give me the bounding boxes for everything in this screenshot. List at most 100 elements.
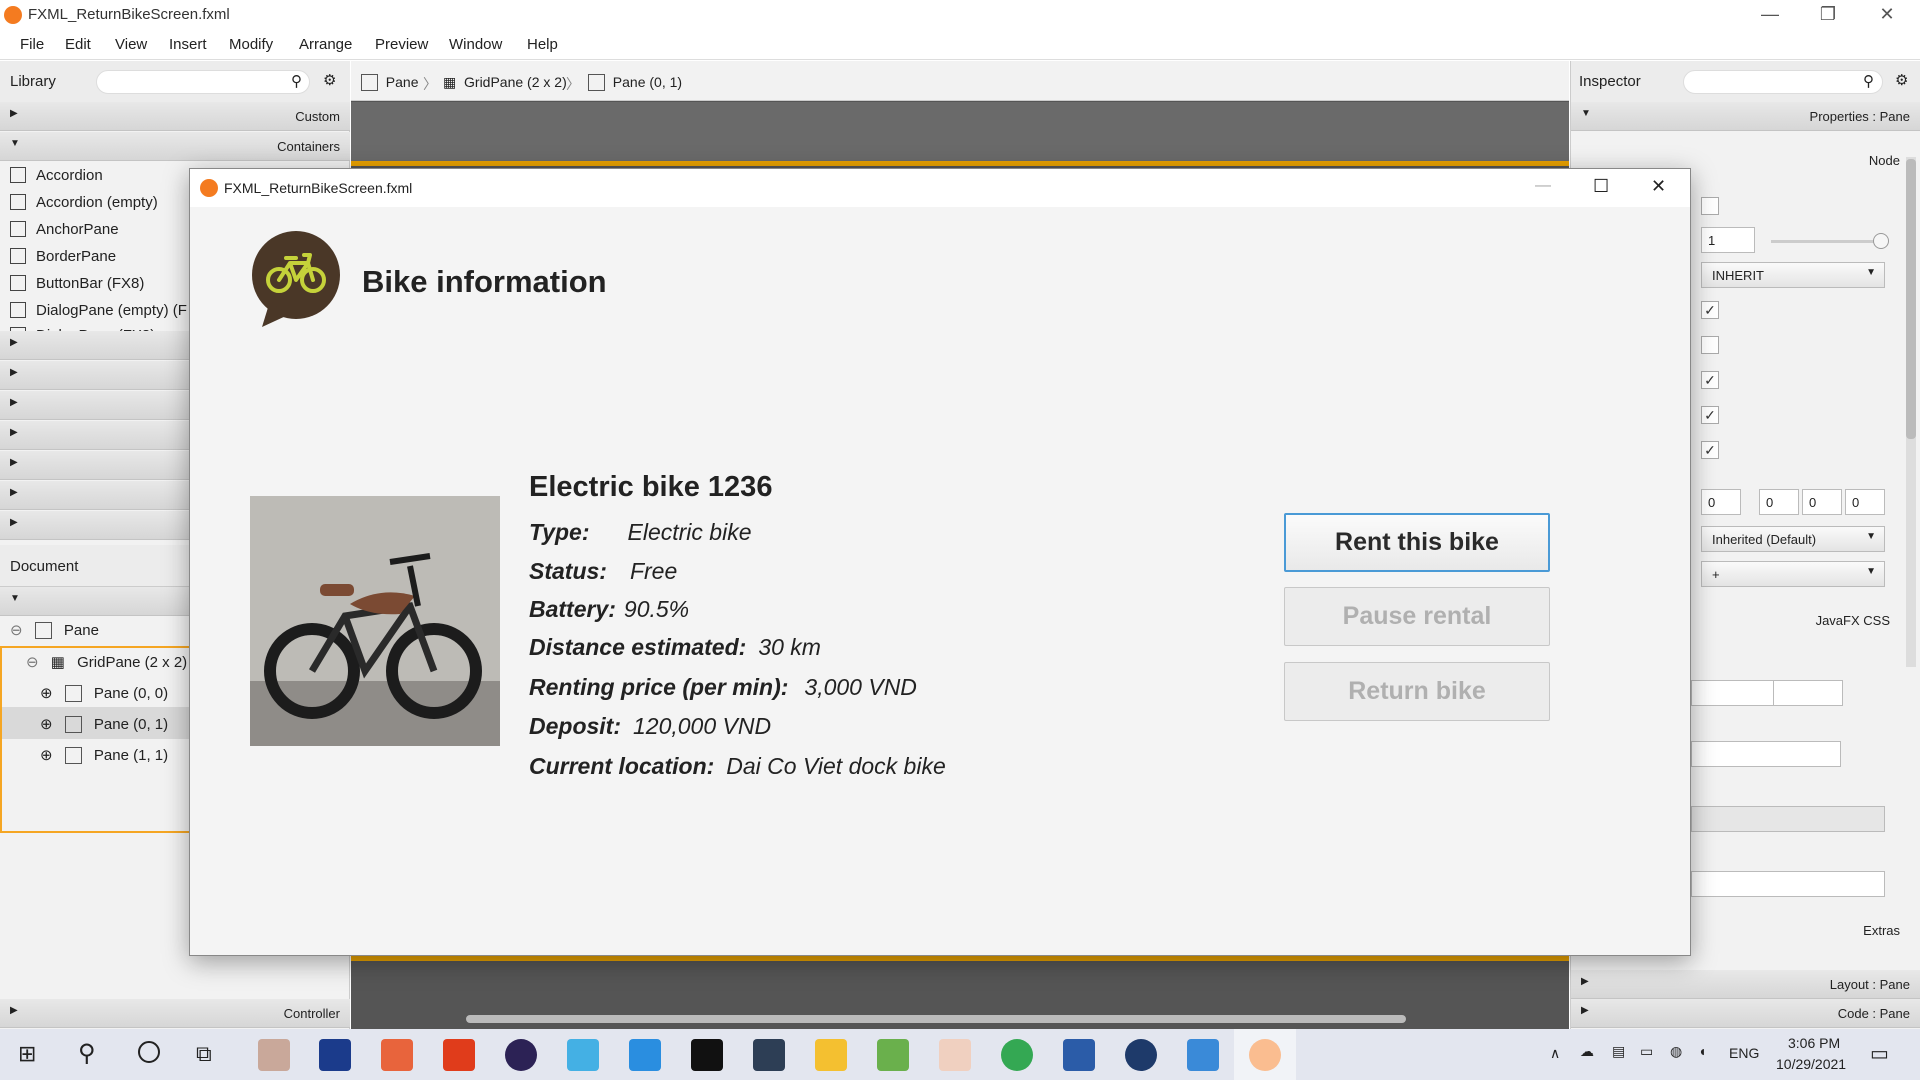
- menu-view[interactable]: View: [115, 36, 147, 53]
- expand-toggle-icon[interactable]: ⊕: [40, 747, 53, 764]
- id-field[interactable]: [1691, 871, 1885, 897]
- disable-checkbox[interactable]: [1701, 197, 1719, 215]
- app-store-icon[interactable]: [1125, 1039, 1157, 1071]
- menu-window[interactable]: Window: [449, 36, 502, 53]
- opacity-slider[interactable]: [1771, 240, 1883, 243]
- vscode-icon[interactable]: [629, 1039, 661, 1071]
- clock-time[interactable]: 3:06 PM: [1788, 1035, 1840, 1051]
- expand-toggle-icon[interactable]: ⊕: [40, 685, 53, 702]
- restore-icon[interactable]: ❐: [1813, 4, 1843, 25]
- task-view-icon[interactable]: ⧉: [196, 1041, 212, 1067]
- library-item[interactable]: ButtonBar (FX8): [10, 275, 144, 299]
- office-icon[interactable]: [443, 1039, 475, 1071]
- virtualbox-icon[interactable]: [753, 1039, 785, 1071]
- inherited-combo[interactable]: Inherited (Default) ▼: [1701, 526, 1885, 552]
- devcpp-icon[interactable]: [319, 1039, 351, 1071]
- close-icon[interactable]: ✕: [1872, 4, 1902, 25]
- controller-section[interactable]: ▶ Controller: [0, 999, 350, 1028]
- layout-section[interactable]: ▶ Layout : Pane: [1571, 970, 1920, 999]
- chevron-up-icon[interactable]: ∧: [1550, 1045, 1560, 1062]
- pause-rental-button[interactable]: Pause rental: [1284, 587, 1550, 646]
- notification-icon[interactable]: ▭: [1870, 1041, 1889, 1066]
- code-section[interactable]: ▶ Code : Pane: [1571, 999, 1920, 1028]
- network-icon[interactable]: ◍: [1670, 1043, 1682, 1060]
- maximize-icon[interactable]: ☐: [1593, 176, 1609, 197]
- library-item[interactable]: Accordion: [10, 167, 103, 191]
- gear-icon[interactable]: ⚙: [1895, 71, 1908, 89]
- padding-top-field[interactable]: 0: [1701, 489, 1741, 515]
- style-field-2[interactable]: [1773, 680, 1843, 706]
- close-icon[interactable]: ✕: [1651, 176, 1666, 197]
- menu-insert[interactable]: Insert: [169, 36, 207, 53]
- library-item[interactable]: DialogPane (empty) (F: [10, 302, 187, 326]
- menu-modify[interactable]: Modify: [229, 36, 273, 53]
- chrome-icon[interactable]: [1001, 1039, 1033, 1071]
- properties-section[interactable]: ▼ Properties : Pane: [1571, 102, 1920, 131]
- horizontal-scrollbar[interactable]: [466, 1015, 1406, 1023]
- tree-item-pane[interactable]: ⊖ Pane: [10, 621, 99, 639]
- breadcrumb-item[interactable]: Pane: [361, 74, 418, 91]
- inspector-search-input[interactable]: [1683, 70, 1883, 94]
- collapse-toggle-icon[interactable]: ⊖: [26, 654, 39, 671]
- library-item[interactable]: BorderPane: [10, 248, 116, 272]
- library-item[interactable]: AnchorPane: [10, 221, 119, 245]
- xampp-icon[interactable]: [381, 1039, 413, 1071]
- rent-bike-button[interactable]: Rent this bike: [1284, 513, 1550, 572]
- photos-icon[interactable]: [1187, 1039, 1219, 1071]
- search-icon[interactable]: ⚲: [78, 1039, 96, 1068]
- language-indicator[interactable]: ENG: [1729, 1045, 1759, 1061]
- stylesheets-field[interactable]: [1691, 806, 1885, 832]
- menu-preview[interactable]: Preview: [375, 36, 428, 53]
- cache-checkbox[interactable]: ✓: [1701, 301, 1719, 319]
- minimize-icon[interactable]: —: [1755, 4, 1785, 25]
- word-icon[interactable]: [1063, 1039, 1095, 1071]
- library-section-containers[interactable]: ▼ Containers: [0, 132, 350, 161]
- hexagon-app-icon[interactable]: [567, 1039, 599, 1071]
- windows-start-icon[interactable]: ⊞: [18, 1041, 36, 1067]
- return-bike-button[interactable]: Return bike: [1284, 662, 1550, 721]
- checkbox[interactable]: ✓: [1701, 441, 1719, 459]
- intellij-icon[interactable]: [691, 1039, 723, 1071]
- gear-icon[interactable]: ⚙: [323, 71, 336, 89]
- file-explorer-icon[interactable]: [815, 1039, 847, 1071]
- tree-item-pane-0-0[interactable]: ⊕ Pane (0, 0): [40, 684, 168, 702]
- anime-app-icon[interactable]: [258, 1039, 290, 1071]
- menu-help[interactable]: Help: [527, 36, 558, 53]
- style-class-field[interactable]: [1691, 741, 1841, 767]
- tree-item-gridpane[interactable]: ⊖ ▦ GridPane (2 x 2): [26, 653, 187, 671]
- app-icon[interactable]: [939, 1039, 971, 1071]
- clock-date[interactable]: 10/29/2021: [1776, 1056, 1846, 1072]
- minimize-icon[interactable]: —: [1535, 177, 1551, 195]
- effect-combo[interactable]: + ▼: [1701, 561, 1885, 587]
- notepad-icon[interactable]: ▤: [1612, 1043, 1625, 1060]
- battery-icon[interactable]: ▭: [1640, 1043, 1653, 1060]
- checkbox[interactable]: ✓: [1701, 371, 1719, 389]
- menu-edit[interactable]: Edit: [65, 36, 91, 53]
- library-section-custom[interactable]: ▶ Custom: [0, 102, 350, 131]
- onedrive-icon[interactable]: ☁: [1580, 1043, 1594, 1060]
- library-item[interactable]: Accordion (empty): [10, 194, 158, 218]
- checkbox[interactable]: ✓: [1701, 406, 1719, 424]
- padding-bottom-field[interactable]: 0: [1802, 489, 1842, 515]
- slider-thumb[interactable]: [1873, 233, 1889, 249]
- tree-item-pane-0-1[interactable]: ⊕ Pane (0, 1): [40, 715, 168, 733]
- eclipse-icon[interactable]: [505, 1039, 537, 1071]
- volume-icon[interactable]: ◖: [1698, 1043, 1706, 1059]
- scroll-thumb[interactable]: [1906, 159, 1916, 439]
- inspector-scrollbar[interactable]: [1906, 157, 1916, 667]
- cortana-icon[interactable]: [138, 1041, 160, 1063]
- bluestacks-icon[interactable]: [877, 1039, 909, 1071]
- padding-left-field[interactable]: 0: [1845, 489, 1885, 515]
- collapse-toggle-icon[interactable]: ⊖: [10, 622, 23, 639]
- expand-toggle-icon[interactable]: ⊕: [40, 716, 53, 733]
- padding-right-field[interactable]: 0: [1759, 489, 1799, 515]
- opacity-field[interactable]: 1: [1701, 227, 1755, 253]
- breadcrumb-item[interactable]: Pane (0, 1): [588, 74, 682, 91]
- menu-arrange[interactable]: Arrange: [299, 36, 352, 53]
- blend-mode-combo[interactable]: INHERIT ▼: [1701, 262, 1885, 288]
- breadcrumb-item[interactable]: ▦ GridPane (2 x 2): [443, 74, 567, 91]
- tree-item-pane-1-1[interactable]: ⊕ Pane (1, 1): [40, 746, 168, 764]
- menu-file[interactable]: File: [20, 36, 44, 53]
- library-search-input[interactable]: [96, 70, 310, 94]
- checkbox[interactable]: [1701, 336, 1719, 354]
